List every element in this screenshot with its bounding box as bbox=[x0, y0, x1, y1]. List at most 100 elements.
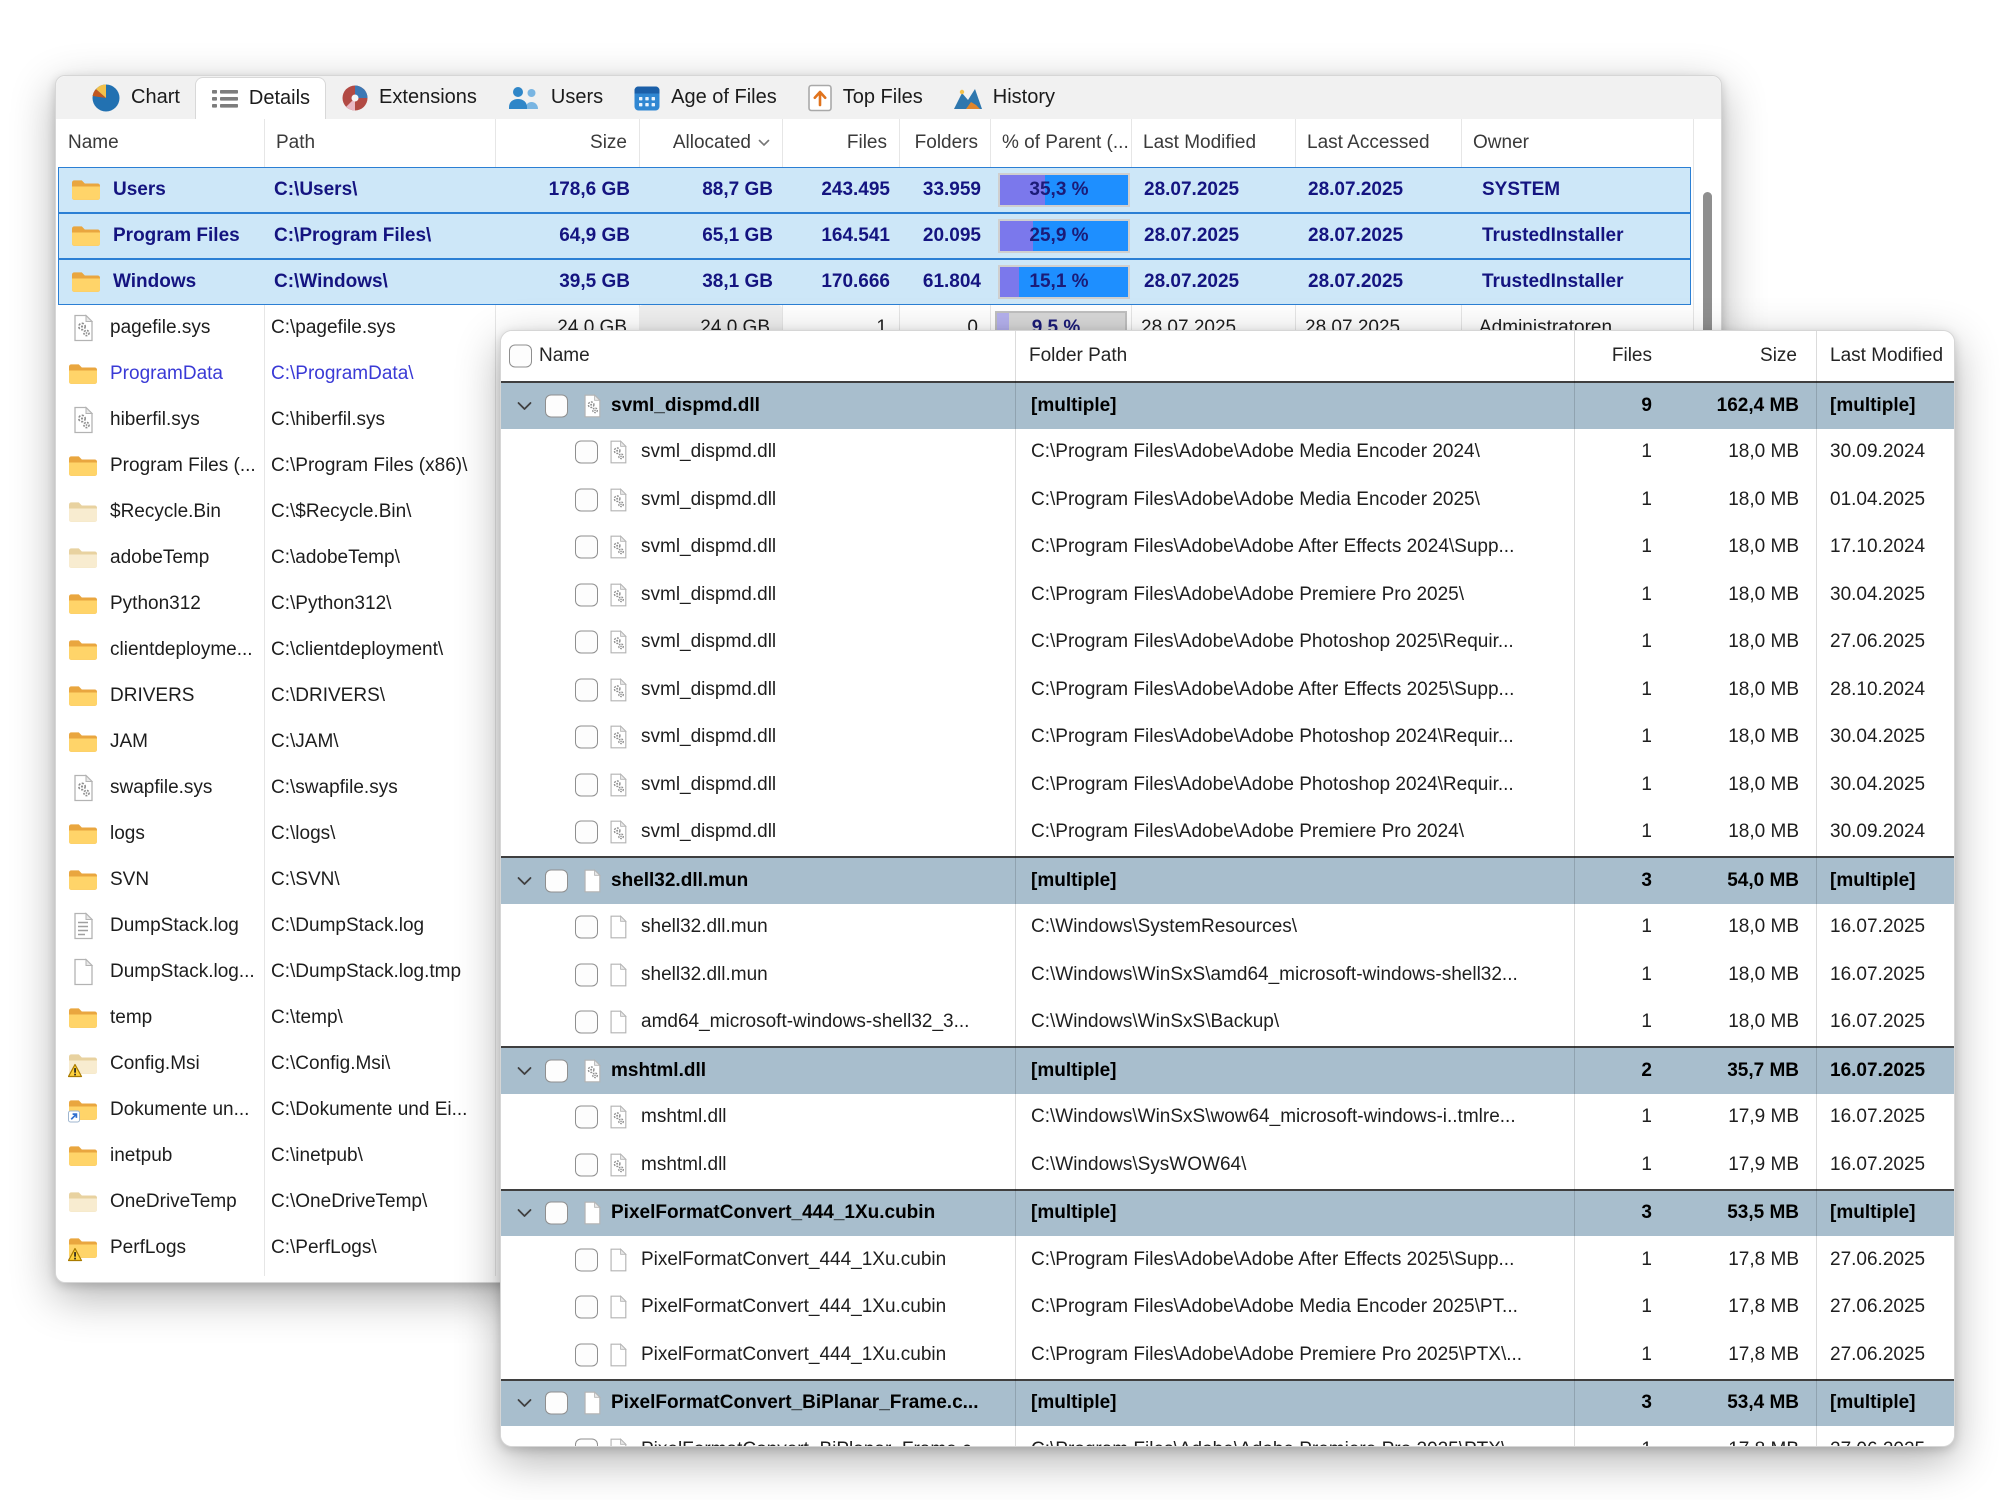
tab-chart[interactable]: Chart bbox=[76, 76, 195, 119]
percent-bar-label: 15,1 % bbox=[1000, 267, 1118, 297]
column-header-accessed[interactable]: Last Accessed bbox=[1295, 119, 1461, 167]
duplicate-group-row[interactable]: PixelFormatConvert_444_1Xu.cubin[multipl… bbox=[501, 1189, 1954, 1237]
collapse-chevron-icon[interactable] bbox=[517, 1399, 532, 1408]
column-header-size[interactable]: Size bbox=[495, 119, 639, 167]
column-header-pct[interactable]: % of Parent (... bbox=[990, 119, 1131, 167]
column-header-path[interactable]: Folder Path bbox=[1015, 331, 1574, 381]
duplicate-group-row[interactable]: svml_dispmd.dll[multiple]9162,4 MB[multi… bbox=[501, 381, 1954, 429]
duplicate-file-row[interactable]: PixelFormatConvert_444_1Xu.cubinC:\Progr… bbox=[501, 1236, 1954, 1284]
collapse-chevron-icon[interactable] bbox=[517, 401, 532, 410]
file-table-row[interactable]: WindowsC:\Windows\39,5 GB38,1 GB170.6666… bbox=[58, 259, 1691, 305]
cell-modified: 27.06.2025 bbox=[1816, 1426, 1954, 1446]
file-checkbox[interactable] bbox=[575, 1343, 598, 1366]
file-checkbox[interactable] bbox=[575, 1106, 598, 1129]
duplicate-file-row[interactable]: svml_dispmd.dllC:\Program Files\Adobe\Ad… bbox=[501, 524, 1954, 572]
group-checkbox[interactable] bbox=[545, 1202, 568, 1225]
file-icon bbox=[579, 867, 605, 894]
duplicate-file-row[interactable]: amd64_microsoft-windows-shell32_3...C:\W… bbox=[501, 999, 1954, 1047]
duplicate-file-row[interactable]: PixelFormatConvert_444_1Xu.cubinC:\Progr… bbox=[501, 1284, 1954, 1332]
column-header-files[interactable]: Files bbox=[782, 119, 899, 167]
duplicate-file-row[interactable]: svml_dispmd.dllC:\Program Files\Adobe\Ad… bbox=[501, 619, 1954, 667]
tab-extensions[interactable]: Extensions bbox=[326, 76, 492, 119]
cell-name: Users bbox=[59, 168, 267, 212]
file-checkbox[interactable] bbox=[575, 583, 598, 606]
file-checkbox[interactable] bbox=[575, 1153, 598, 1176]
tab-details[interactable]: Details bbox=[195, 77, 326, 119]
column-header-folders[interactable]: Folders bbox=[899, 119, 990, 167]
item-name: adobeTemp bbox=[110, 535, 209, 581]
item-name: Users bbox=[113, 168, 166, 212]
group-checkbox[interactable] bbox=[545, 869, 568, 892]
cell-path: C:\SVN\ bbox=[264, 857, 495, 903]
file-checkbox[interactable] bbox=[575, 1296, 598, 1319]
file-icon bbox=[605, 1009, 631, 1036]
column-header-owner[interactable]: Owner bbox=[1461, 119, 1693, 167]
duplicate-file-row[interactable]: mshtml.dllC:\Windows\WinSxS\wow64_micros… bbox=[501, 1094, 1954, 1142]
duplicate-file-row[interactable]: PixelFormatConvert_BiPlanar_Frame.c...C:… bbox=[501, 1426, 1954, 1446]
file-checkbox[interactable] bbox=[575, 963, 598, 986]
file-checkbox[interactable] bbox=[575, 631, 598, 654]
file-table-row[interactable]: UsersC:\Users\178,6 GB88,7 GB243.49533.9… bbox=[58, 167, 1691, 213]
duplicate-file-row[interactable]: shell32.dll.munC:\Windows\WinSxS\amd64_m… bbox=[501, 951, 1954, 999]
cell-path: C:\adobeTemp\ bbox=[264, 535, 495, 581]
file-checkbox[interactable] bbox=[575, 726, 598, 749]
tab-history[interactable]: History bbox=[938, 76, 1070, 119]
group-checkbox[interactable] bbox=[545, 1059, 568, 1082]
collapse-chevron-icon[interactable] bbox=[517, 1209, 532, 1218]
file-checkbox[interactable] bbox=[575, 821, 598, 844]
duplicate-file-row[interactable]: svml_dispmd.dllC:\Program Files\Adobe\Ad… bbox=[501, 761, 1954, 809]
file-name: svml_dispmd.dll bbox=[641, 524, 776, 572]
tab-top[interactable]: Top Files bbox=[792, 76, 938, 119]
column-header-path[interactable]: Path bbox=[264, 119, 495, 167]
cell-path: C:\DumpStack.log bbox=[264, 903, 495, 949]
duplicate-file-row[interactable]: svml_dispmd.dllC:\Program Files\Adobe\Ad… bbox=[501, 809, 1954, 857]
group-checkbox[interactable] bbox=[545, 1392, 568, 1415]
column-header-modified[interactable]: Last Modified bbox=[1816, 331, 1955, 381]
duplicate-file-row[interactable]: PixelFormatConvert_444_1Xu.cubinC:\Progr… bbox=[501, 1331, 1954, 1379]
tab-label: Extensions bbox=[379, 86, 477, 109]
cell-modified: 28.07.2025 bbox=[1134, 168, 1298, 212]
tab-age[interactable]: Age of Files bbox=[618, 76, 792, 119]
file-checkbox[interactable] bbox=[575, 1011, 598, 1034]
sort-direction-icon bbox=[758, 139, 770, 147]
column-header-files[interactable]: Files bbox=[1574, 331, 1666, 381]
file-checkbox[interactable] bbox=[575, 916, 598, 939]
column-header-size[interactable]: Size bbox=[1671, 331, 1811, 381]
file-checkbox[interactable] bbox=[575, 1248, 598, 1271]
column-header-modified[interactable]: Last Modified bbox=[1131, 119, 1295, 167]
system-file-icon bbox=[605, 581, 631, 608]
file-checkbox[interactable] bbox=[575, 773, 598, 796]
duplicate-file-row[interactable]: svml_dispmd.dllC:\Program Files\Adobe\Ad… bbox=[501, 714, 1954, 762]
file-checkbox[interactable] bbox=[575, 488, 598, 511]
duplicate-file-row[interactable]: shell32.dll.munC:\Windows\SystemResource… bbox=[501, 904, 1954, 952]
duplicate-group-row[interactable]: mshtml.dll[multiple]235,7 MB16.07.2025 bbox=[501, 1046, 1954, 1094]
file-checkbox[interactable] bbox=[575, 678, 598, 701]
select-all-checkbox[interactable] bbox=[509, 345, 532, 368]
cell-modified: [multiple] bbox=[1816, 383, 1954, 429]
column-header-name[interactable]: Name bbox=[56, 119, 264, 167]
collapse-chevron-icon[interactable] bbox=[517, 1066, 532, 1075]
duplicate-file-row[interactable]: svml_dispmd.dllC:\Program Files\Adobe\Ad… bbox=[501, 429, 1954, 477]
group-checkbox[interactable] bbox=[545, 394, 568, 417]
cell-modified: 27.06.2025 bbox=[1816, 1236, 1954, 1284]
duplicate-file-row[interactable]: mshtml.dllC:\Windows\SysWOW64\117,9 MB16… bbox=[501, 1141, 1954, 1189]
duplicates-table-body: svml_dispmd.dll[multiple]9162,4 MB[multi… bbox=[501, 381, 1954, 1446]
column-header-alloc[interactable]: Allocated bbox=[639, 119, 782, 167]
duplicate-file-row[interactable]: svml_dispmd.dllC:\Program Files\Adobe\Ad… bbox=[501, 476, 1954, 524]
cell-path: C:\Program Files\Adobe\Adobe Premiere Pr… bbox=[1015, 571, 1574, 619]
cell-path: C:\Python312\ bbox=[264, 581, 495, 627]
cell-files: 1 bbox=[1574, 476, 1666, 524]
file-checkbox[interactable] bbox=[575, 536, 598, 559]
duplicate-file-row[interactable]: svml_dispmd.dllC:\Program Files\Adobe\Ad… bbox=[501, 571, 1954, 619]
cell-name: DumpStack.log... bbox=[56, 949, 264, 995]
duplicate-group-row[interactable]: PixelFormatConvert_BiPlanar_Frame.c...[m… bbox=[501, 1379, 1954, 1427]
file-table-row[interactable]: Program FilesC:\Program Files\64,9 GB65,… bbox=[58, 213, 1691, 259]
collapse-chevron-icon[interactable] bbox=[517, 876, 532, 885]
duplicate-file-row[interactable]: svml_dispmd.dllC:\Program Files\Adobe\Ad… bbox=[501, 666, 1954, 714]
column-header-name[interactable]: Name bbox=[501, 331, 1015, 381]
file-checkbox[interactable] bbox=[575, 441, 598, 464]
tab-users[interactable]: Users bbox=[492, 76, 618, 119]
duplicate-group-row[interactable]: shell32.dll.mun[multiple]354,0 MB[multip… bbox=[501, 856, 1954, 904]
cell-size: 18,0 MB bbox=[1671, 524, 1811, 572]
file-checkbox[interactable] bbox=[575, 1438, 598, 1446]
